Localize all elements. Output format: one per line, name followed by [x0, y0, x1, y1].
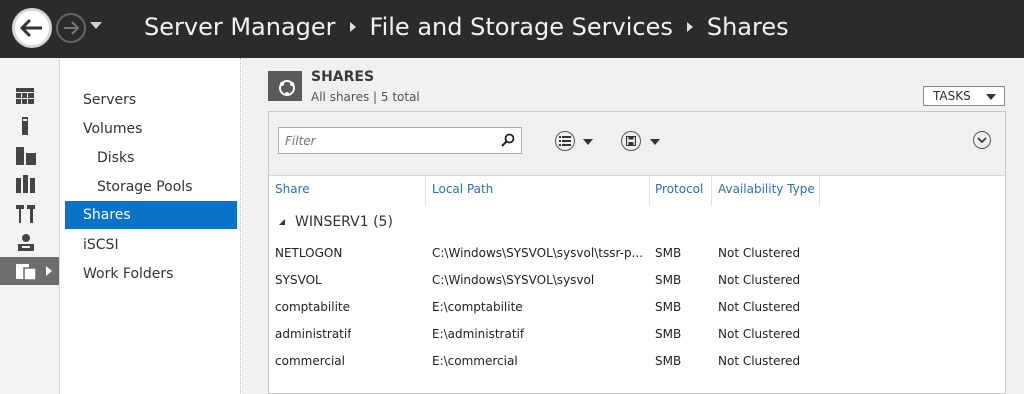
nav-item-shares[interactable]: Shares: [65, 201, 237, 229]
cell-availability: Not Clustered: [718, 300, 801, 314]
column-header-share[interactable]: Share: [275, 182, 310, 196]
iconbar-dns-tools[interactable]: [0, 200, 60, 228]
cell-share: commercial: [275, 354, 345, 368]
arrow-right-icon: [64, 21, 79, 35]
expand-collapse-button[interactable]: [973, 131, 991, 149]
cell-availability: Not Clustered: [718, 327, 801, 341]
table-row[interactable]: administratif E:\administratif SMB Not C…: [269, 321, 1005, 348]
breadcrumb: Server Manager File and Storage Services…: [144, 9, 789, 45]
column-divider[interactable]: [649, 176, 650, 206]
chevron-down-icon[interactable]: [583, 139, 593, 145]
dns-tools-icon: [16, 205, 35, 223]
cell-local-path: E:\comptabilite: [432, 300, 523, 314]
cell-share: comptabilite: [275, 300, 351, 314]
save-icon: [626, 136, 636, 146]
cell-share: NETLOGON: [275, 246, 343, 260]
all-servers-icon: [16, 147, 36, 165]
breadcrumb-separator-icon: [686, 22, 693, 32]
cell-availability: Not Clustered: [718, 354, 801, 368]
cell-protocol: SMB: [655, 246, 682, 260]
column-header-local-path[interactable]: Local Path: [432, 182, 493, 196]
iconbar-local-server[interactable]: [0, 112, 60, 140]
nav-item-volumes[interactable]: Volumes: [65, 115, 237, 143]
page-title: SHARES: [311, 69, 375, 85]
share-count: All shares | 5 total: [311, 90, 420, 104]
arrow-left-icon: [20, 18, 42, 38]
table-row[interactable]: commercial E:\commercial SMB Not Cluster…: [269, 348, 1005, 375]
nav-item-storage-pools[interactable]: Storage Pools: [65, 173, 237, 201]
cell-local-path: E:\commercial: [432, 354, 518, 368]
breadcrumb-separator-icon: [349, 22, 356, 32]
chevron-down-icon[interactable]: [650, 139, 660, 145]
column-divider[interactable]: [711, 176, 712, 206]
column-header-availability[interactable]: Availability Type: [718, 182, 815, 196]
save-query-button[interactable]: [621, 131, 641, 151]
column-header-protocol[interactable]: Protocol: [655, 182, 703, 196]
search-icon[interactable]: [501, 133, 515, 147]
cell-local-path: C:\Windows\SYSVOL\sysvol\tssr-p...: [432, 246, 644, 260]
server-group-header[interactable]: WINSERV1 (5): [279, 214, 393, 230]
cell-availability: Not Clustered: [718, 273, 801, 287]
table-row[interactable]: comptabilite E:\comptabilite SMB Not Clu…: [269, 294, 1005, 321]
title-bar: Server Manager File and Storage Services…: [0, 0, 1024, 58]
iconbar-users-roles[interactable]: [0, 228, 60, 256]
cell-local-path: C:\Windows\SYSVOL\sysvol: [432, 273, 595, 287]
tasks-button[interactable]: TASKS: [923, 86, 1005, 106]
tasks-label: TASKS: [933, 89, 971, 103]
shares-panel: Share Local Path Protocol Availability T…: [268, 111, 1006, 394]
dashboard-icon: [16, 88, 34, 104]
cell-protocol: SMB: [655, 300, 682, 314]
list-icon: [559, 136, 571, 146]
back-button[interactable]: [12, 8, 52, 48]
iconbar-ad-ds[interactable]: [0, 170, 60, 198]
column-divider[interactable]: [819, 176, 820, 206]
panel-toolbar: [269, 112, 1005, 176]
local-server-icon: [22, 117, 28, 135]
filter-input[interactable]: [278, 127, 522, 154]
iconbar-all-servers[interactable]: [0, 142, 60, 170]
file-storage-icon: [16, 264, 36, 280]
chevron-down-icon: [986, 94, 996, 100]
shares-content: SHARES All shares | 5 total TASKS Filter…: [242, 58, 1024, 394]
cell-local-path: E:\administratif: [432, 327, 525, 341]
chevron-down-icon: [977, 137, 987, 144]
file-storage-nav: Servers Volumes Disks Storage Pools Shar…: [61, 58, 241, 394]
table-row[interactable]: NETLOGON C:\Windows\SYSVOL\sysvol\tssr-p…: [269, 240, 1005, 267]
nav-item-disks[interactable]: Disks: [65, 144, 237, 172]
iconbar-file-storage[interactable]: [0, 257, 59, 285]
expand-arrow-icon: [46, 266, 52, 276]
breadcrumb-server-manager[interactable]: Server Manager: [144, 13, 336, 41]
share-folder-icon: [268, 71, 295, 96]
cell-availability: Not Clustered: [718, 246, 801, 260]
table-row[interactable]: SYSVOL C:\Windows\SYSVOL\sysvol SMB Not …: [269, 267, 1005, 294]
users-roles-icon: [18, 234, 34, 251]
server-group-label: WINSERV1 (5): [295, 214, 393, 230]
breadcrumb-file-storage[interactable]: File and Storage Services: [370, 13, 673, 41]
forward-button[interactable]: [56, 13, 86, 43]
column-divider[interactable]: [425, 176, 426, 206]
nav-item-servers[interactable]: Servers: [65, 86, 237, 114]
cell-share: administratif: [275, 327, 352, 341]
cell-share: SYSVOL: [275, 273, 322, 287]
iconbar-dashboard[interactable]: [0, 82, 60, 110]
cell-protocol: SMB: [655, 327, 682, 341]
breadcrumb-shares: Shares: [706, 13, 789, 41]
cell-protocol: SMB: [655, 354, 682, 368]
list-options-button[interactable]: [555, 131, 575, 151]
collapse-triangle-icon[interactable]: [279, 219, 285, 225]
nav-item-work-folders[interactable]: Work Folders: [65, 260, 237, 288]
icon-sidebar: [0, 58, 60, 394]
cell-protocol: SMB: [655, 273, 682, 287]
nav-item-iscsi[interactable]: iSCSI: [65, 231, 237, 259]
shares-tile-icon: [268, 71, 302, 101]
history-dropdown-icon[interactable]: [90, 22, 102, 29]
ad-ds-icon: [16, 175, 35, 193]
